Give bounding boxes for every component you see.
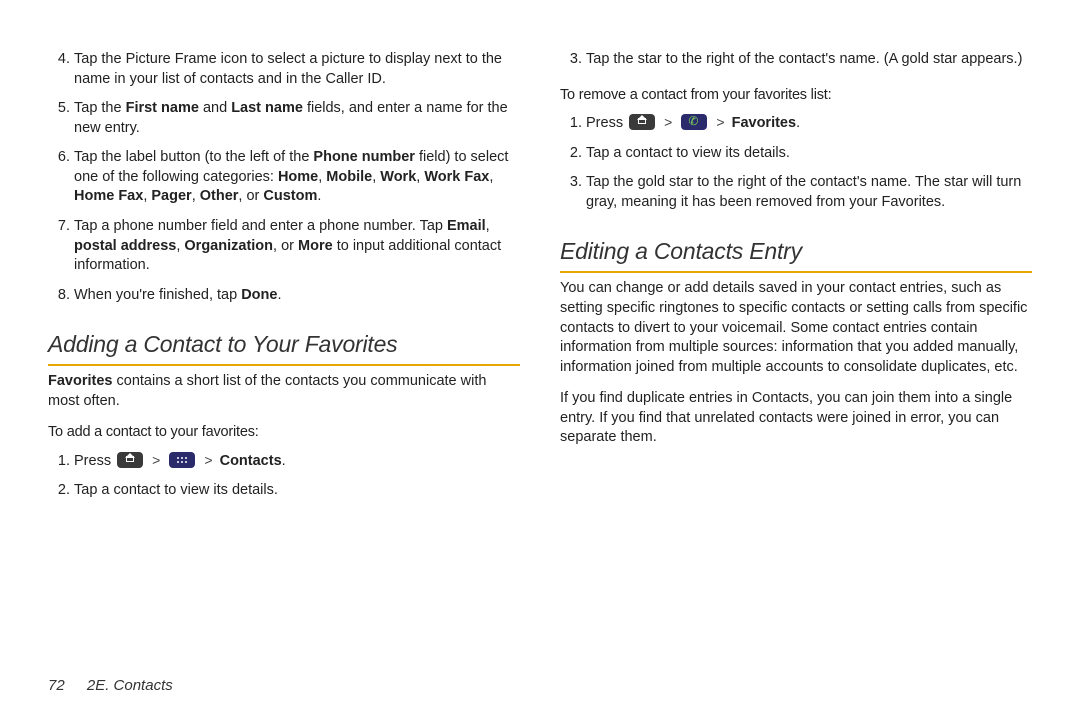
add-step-2: Tap a contact to view its details. xyxy=(74,481,520,501)
step-4: Tap the Picture Frame icon to select a p… xyxy=(74,50,520,89)
heading-editing-entry: Editing a Contacts Entry xyxy=(560,236,1032,273)
remove-favorite-subhead: To remove a contact from your favorites … xyxy=(560,86,1032,106)
add-favorite-subhead: To add a contact to your favorites: xyxy=(48,423,520,443)
step-6: Tap the label button (to the left of the… xyxy=(74,148,520,207)
left-column: Tap the Picture Frame icon to select a p… xyxy=(48,50,520,720)
remove-favorite-steps: Press > > Favorites. Tap a contact to vi… xyxy=(560,113,1032,212)
right-column: Tap the star to the right of the contact… xyxy=(560,50,1032,720)
home-icon xyxy=(117,452,143,468)
add-favorite-steps: Press > > Contacts. Tap a contact to vie… xyxy=(48,451,520,501)
step-8: When you're finished, tap Done. xyxy=(74,286,520,306)
manual-page: Tap the Picture Frame icon to select a p… xyxy=(0,0,1080,720)
chevron-icon: > xyxy=(152,452,160,468)
chevron-icon: > xyxy=(204,452,212,468)
page-number: 72 xyxy=(48,677,65,694)
favorites-intro: Favorites contains a short list of the c… xyxy=(48,372,520,411)
page-footer: 72 2E. Contacts xyxy=(48,676,173,696)
step-4-text: Tap the Picture Frame icon to select a p… xyxy=(74,51,502,87)
add-favorite-steps-continued: Tap the star to the right of the contact… xyxy=(560,50,1032,70)
remove-step-2: Tap a contact to view its details. xyxy=(586,144,1032,164)
chevron-icon: > xyxy=(664,114,672,130)
section-label: 2E. Contacts xyxy=(87,677,173,694)
home-icon xyxy=(629,114,655,130)
step-7: Tap a phone number field and enter a pho… xyxy=(74,217,520,276)
app-grid-icon xyxy=(169,452,195,468)
editing-paragraph-1: You can change or add details saved in y… xyxy=(560,279,1032,377)
add-step-3: Tap the star to the right of the contact… xyxy=(586,50,1032,70)
remove-step-1: Press > > Favorites. xyxy=(586,113,1032,134)
remove-step-3: Tap the gold star to the right of the co… xyxy=(586,173,1032,212)
heading-add-favorite: Adding a Contact to Your Favorites xyxy=(48,329,520,366)
chevron-icon: > xyxy=(716,114,724,130)
editing-paragraph-2: If you find duplicate entries in Contact… xyxy=(560,389,1032,448)
phone-icon xyxy=(681,114,707,130)
add-step-1: Press > > Contacts. xyxy=(74,451,520,472)
create-contact-steps-continued: Tap the Picture Frame icon to select a p… xyxy=(48,50,520,305)
step-5: Tap the First name and Last name fields,… xyxy=(74,99,520,138)
